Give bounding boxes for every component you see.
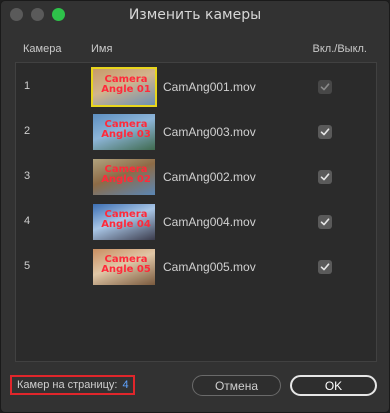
cameras-per-page-label: Камер на страницу: — [17, 379, 118, 391]
camera-row[interactable]: 5 Camera Angle 05 CamAng005.mov — [16, 245, 376, 290]
edit-cameras-dialog: Изменить камеры Камера Имя Вкл./Выкл. 1 C… — [0, 0, 390, 413]
camera-file-name: CamAng002.mov — [163, 170, 256, 184]
camera-file-name: CamAng003.mov — [163, 125, 256, 139]
cameras-per-page-control[interactable]: Камер на страницу: 4 — [10, 375, 135, 395]
camera-number: 5 — [24, 260, 31, 272]
camera-thumbnail[interactable]: Camera Angle 01 — [91, 67, 157, 107]
thumbnail-angle-label: Camera Angle 03 — [101, 119, 151, 140]
camera-row[interactable]: 3 Camera Angle 02 CamAng002.mov — [16, 155, 376, 200]
camera-enabled-checkbox[interactable] — [318, 260, 332, 274]
camera-number: 4 — [24, 215, 31, 227]
camera-thumbnail[interactable]: Camera Angle 03 — [93, 114, 155, 150]
close-window-button[interactable] — [10, 8, 23, 21]
minimize-window-button[interactable] — [31, 8, 44, 21]
camera-number: 1 — [24, 80, 31, 92]
column-header-onoff: Вкл./Выкл. — [312, 43, 367, 55]
cancel-button[interactable]: Отмена — [192, 375, 281, 396]
camera-thumbnail[interactable]: Camera Angle 04 — [93, 204, 155, 240]
camera-enabled-checkbox[interactable] — [318, 215, 332, 229]
thumbnail-angle-label: Camera Angle 05 — [101, 254, 151, 275]
checkmark-icon — [320, 218, 330, 226]
camera-file-name: CamAng001.mov — [163, 80, 256, 94]
camera-enabled-checkbox[interactable] — [318, 80, 332, 94]
camera-number: 3 — [24, 170, 31, 182]
camera-list: 1 Camera Angle 01 CamAng001.mov 2 Camera Ang… — [15, 62, 377, 362]
thumbnail-angle-label: Camera Angle 02 — [101, 164, 151, 185]
title-bar: Изменить камеры — [1, 1, 389, 29]
camera-thumbnail[interactable]: Camera Angle 05 — [93, 249, 155, 285]
camera-enabled-checkbox[interactable] — [318, 125, 332, 139]
camera-file-name: CamAng005.mov — [163, 260, 256, 274]
thumbnail-angle-label: Camera Angle 04 — [101, 209, 151, 230]
dialog-title: Изменить камеры — [128, 7, 262, 23]
camera-thumbnail[interactable]: Camera Angle 02 — [93, 159, 155, 195]
camera-row[interactable]: 1 Camera Angle 01 CamAng001.mov — [16, 65, 376, 110]
column-header-name: Имя — [91, 43, 113, 55]
checkmark-icon — [320, 83, 330, 91]
camera-row[interactable]: 4 Camera Angle 04 CamAng004.mov — [16, 200, 376, 245]
checkmark-icon — [320, 128, 330, 136]
cameras-per-page-value[interactable]: 4 — [122, 379, 128, 391]
camera-row[interactable]: 2 Camera Angle 03 CamAng003.mov — [16, 110, 376, 155]
checkmark-icon — [320, 173, 330, 181]
camera-number: 2 — [24, 125, 31, 137]
camera-file-name: CamAng004.mov — [163, 215, 256, 229]
thumbnail-angle-label: Camera Angle 01 — [101, 74, 151, 95]
zoom-window-button[interactable] — [52, 8, 65, 21]
checkmark-icon — [320, 263, 330, 271]
camera-enabled-checkbox[interactable] — [318, 170, 332, 184]
column-headers: Камера Имя Вкл./Выкл. — [23, 43, 367, 57]
ok-button[interactable]: OK — [290, 375, 377, 396]
window-controls — [10, 8, 65, 21]
column-header-camera: Камера — [23, 43, 62, 55]
